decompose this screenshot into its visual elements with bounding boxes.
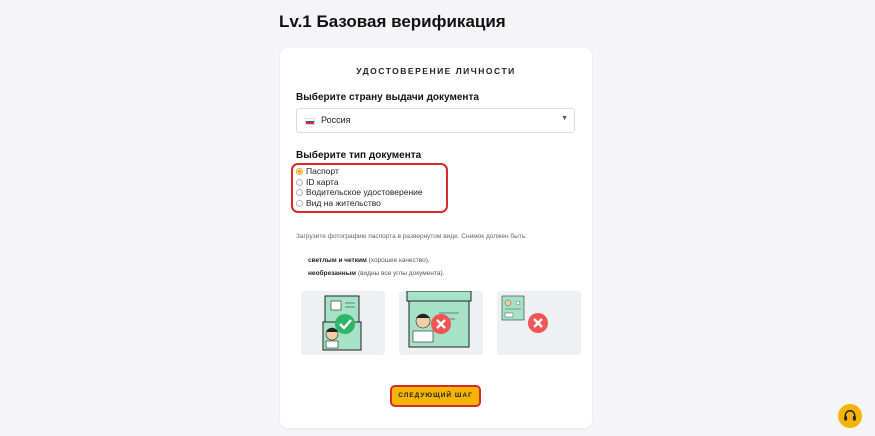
radio-label: Паспорт: [306, 166, 339, 176]
doc-type-label: Выберите тип документа: [296, 150, 422, 161]
radio-option-id-card[interactable]: ID карта: [296, 177, 339, 187]
radio-button[interactable]: [296, 188, 303, 196]
radio-button[interactable]: [296, 178, 303, 186]
cropped-example-image: [399, 291, 483, 355]
country-label: Выберите страну выдачи документа: [296, 92, 479, 103]
requirement-bold: необрезанным: [308, 270, 357, 277]
requirement-uncropped: необрезанным (видны все углы документа).: [308, 270, 444, 277]
radio-label: Водительское удостоверение: [306, 187, 423, 197]
country-select[interactable]: Россия ▼: [296, 108, 575, 133]
radio-option-passport[interactable]: Паспорт: [296, 166, 339, 176]
upload-instructions: Загрузите фотографию паспорта в разверну…: [296, 233, 527, 240]
radio-option-drivers-license[interactable]: Водительское удостоверение: [296, 187, 423, 197]
radio-button[interactable]: [296, 199, 303, 207]
requirement-text: (хорошее качество),: [366, 257, 430, 264]
headset-icon: [844, 410, 856, 421]
page-title: Lv.1 Базовая верификация: [279, 12, 506, 31]
radio-option-residence-permit[interactable]: Вид на жительство: [296, 198, 381, 208]
radio-label: Вид на жительство: [306, 198, 381, 208]
correct-example-image: [301, 291, 385, 355]
radio-label: ID карта: [306, 177, 339, 187]
small-example-image: [497, 291, 581, 355]
verification-card: УДОСТОВЕРЕНИЕ ЛИЧНОСТИ Выберите страну в…: [280, 48, 592, 428]
requirement-text: (видны все углы документа).: [356, 270, 445, 277]
country-value: Россия: [321, 115, 351, 125]
section-title: УДОСТОВЕРЕНИЕ ЛИЧНОСТИ: [356, 66, 516, 76]
radio-button-checked[interactable]: [296, 167, 303, 175]
requirement-quality: светлым и четким (хорошее качество),: [308, 257, 430, 264]
russia-flag-icon: [305, 118, 315, 125]
support-chat-button[interactable]: [838, 404, 862, 428]
chevron-down-icon: ▼: [561, 115, 568, 122]
next-step-button[interactable]: СЛЕДУЮЩИЙ ШАГ: [390, 385, 481, 407]
requirement-bold: светлым и четким: [308, 257, 367, 264]
